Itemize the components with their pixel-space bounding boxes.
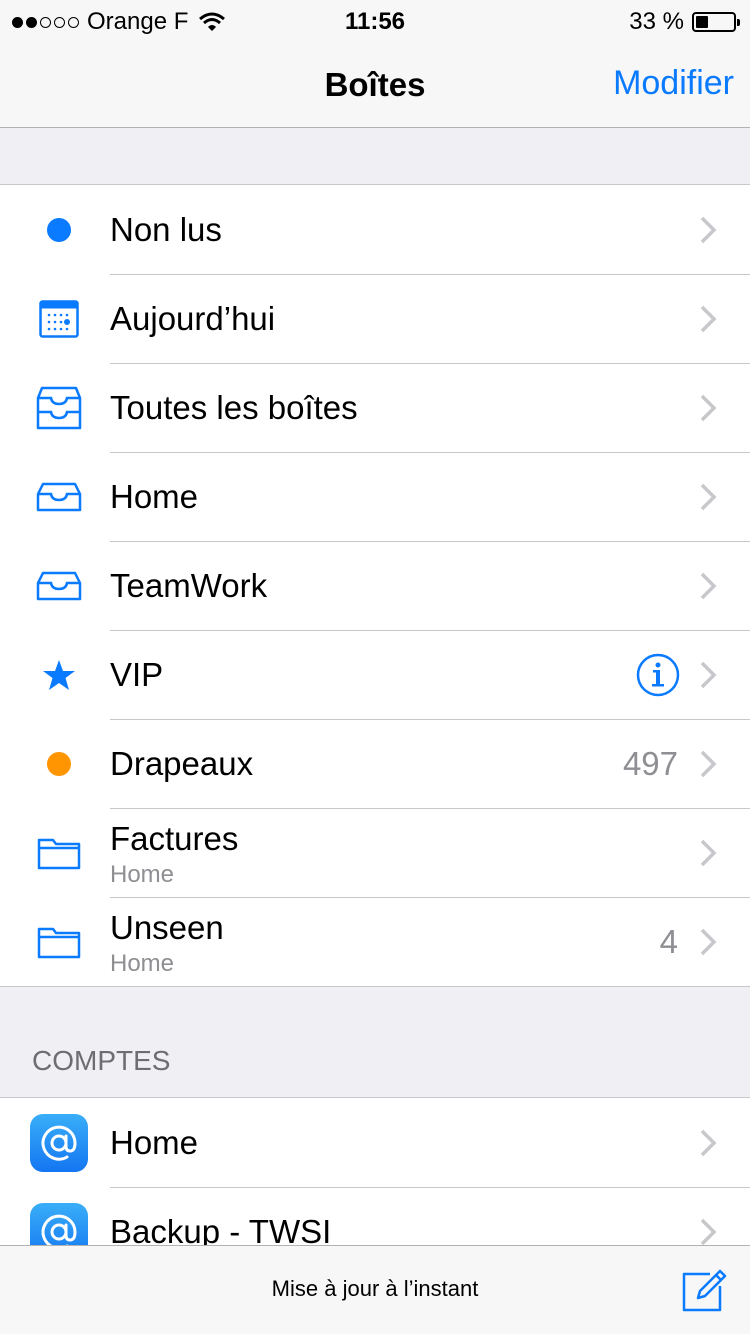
status-bar-right: 33 % [629, 8, 740, 36]
folder-icon [30, 824, 88, 882]
chevron-right-icon [700, 572, 717, 599]
mailbox-label: Toutes les boîtes [110, 389, 358, 426]
account-label: Home [110, 1124, 199, 1161]
compose-icon[interactable] [680, 1266, 728, 1314]
inbox-tray-icon [30, 468, 88, 526]
mailbox-count-badge: 4 [659, 923, 678, 960]
mailbox-row-vip[interactable]: VIP [0, 630, 750, 719]
chevron-right-icon [700, 305, 717, 332]
chevron-right-icon [700, 1129, 717, 1156]
battery-icon [692, 12, 740, 32]
status-bar: Orange F 11:56 33 % [0, 0, 750, 40]
mailbox-label: Aujourd’hui [110, 300, 276, 337]
sync-status: Mise à jour à l’instant [271, 1276, 479, 1301]
navigation-bar: Boîtes Modifier [0, 40, 750, 128]
mailbox-label: Drapeaux [110, 745, 254, 782]
calendar-icon [30, 290, 88, 348]
all-inboxes-icon [30, 379, 88, 437]
mailbox-row-unread[interactable]: Non lus [0, 185, 750, 274]
mailbox-row-today[interactable]: Aujourd’hui [0, 274, 750, 363]
mailbox-label: TeamWork [110, 567, 268, 604]
mailboxes-list: Non lus Aujourd’hui Toutes les boîtes Ho… [0, 184, 750, 987]
mailbox-row-home[interactable]: Home [0, 452, 750, 541]
mailbox-row-all[interactable]: Toutes les boîtes [0, 363, 750, 452]
bottom-toolbar: Mise à jour à l’instant [0, 1245, 750, 1334]
chevron-right-icon [700, 216, 717, 243]
battery-percentage: 33 % [629, 8, 684, 35]
info-icon[interactable] [636, 653, 680, 697]
inbox-tray-icon [30, 557, 88, 615]
mailbox-count-badge: 497 [622, 745, 678, 782]
mailbox-label: Unseen [110, 909, 224, 946]
account-row-home[interactable]: Home [0, 1098, 750, 1187]
at-sign-icon [30, 1113, 88, 1172]
folder-icon [30, 913, 88, 971]
chevron-right-icon [700, 750, 717, 777]
mailbox-label: VIP [110, 656, 164, 693]
chevron-right-icon [700, 394, 717, 421]
mailbox-row-flagged[interactable]: Drapeaux 497 [0, 719, 750, 808]
accounts-section-header: COMPTES [32, 1045, 171, 1076]
mailbox-row-factures[interactable]: Factures Home [0, 808, 750, 897]
chevron-right-icon [700, 839, 717, 866]
chevron-right-icon [700, 483, 717, 510]
mailbox-account-label: Home [110, 861, 175, 888]
mailbox-row-unseen[interactable]: Unseen Home 4 [0, 897, 750, 986]
chevron-right-icon [700, 661, 717, 688]
flag-dot-icon [30, 735, 88, 793]
chevron-right-icon [700, 1218, 717, 1245]
mailbox-account-label: Home [110, 950, 175, 977]
mailbox-row-teamwork[interactable]: TeamWork [0, 541, 750, 630]
mailbox-label: Factures [110, 820, 239, 857]
mailbox-label: Non lus [110, 211, 222, 248]
edit-button[interactable]: Modifier [613, 64, 734, 103]
chevron-right-icon [700, 928, 717, 955]
unread-dot-icon [30, 201, 88, 259]
star-icon [30, 646, 88, 704]
mailbox-label: Home [110, 478, 199, 515]
